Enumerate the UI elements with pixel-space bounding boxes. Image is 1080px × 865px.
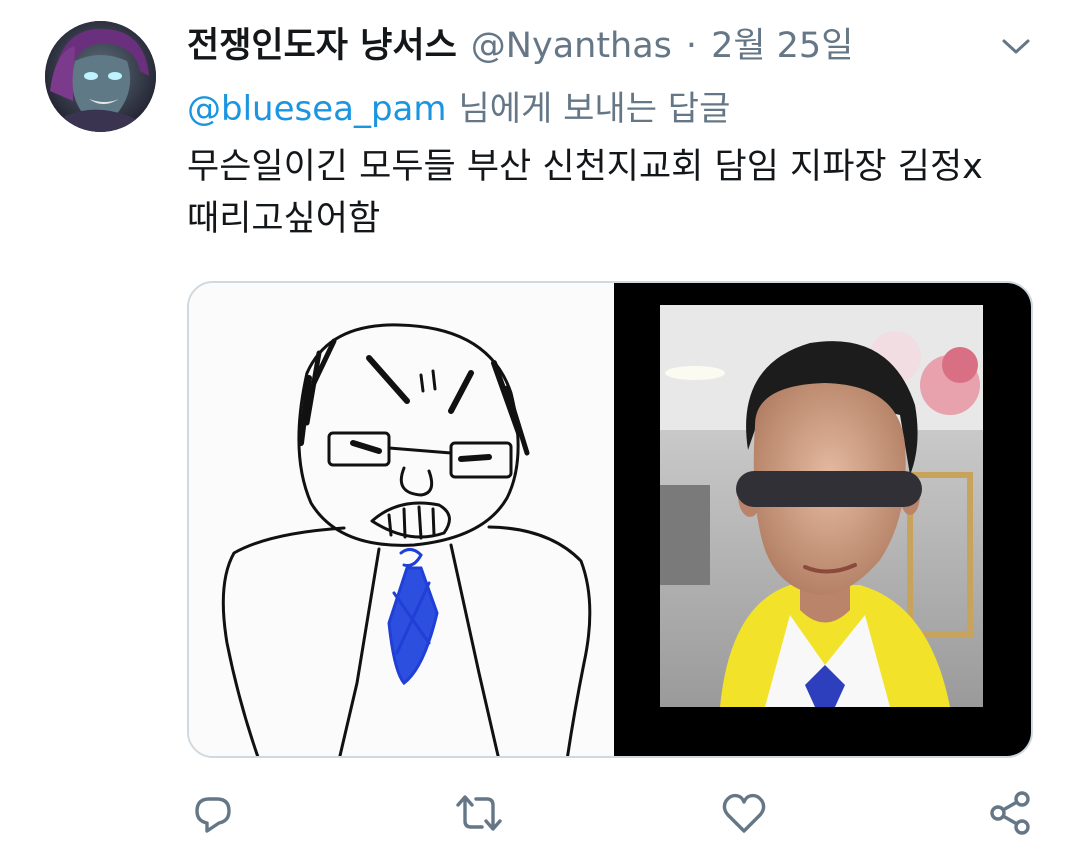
reply-context-label: 님에게 보내는 답글: [458, 89, 731, 129]
heart-icon: [722, 793, 766, 833]
chevron-down-icon[interactable]: [995, 26, 1037, 68]
user-handle[interactable]: @Nyanthas: [471, 20, 672, 72]
reply-button[interactable]: [185, 785, 241, 841]
retweet-button[interactable]: [451, 785, 507, 841]
media-photo[interactable]: [614, 283, 1031, 756]
like-button[interactable]: [716, 785, 772, 841]
avatar[interactable]: [45, 21, 156, 132]
reply-mention-link[interactable]: @bluesea_pam: [187, 89, 447, 129]
timestamp[interactable]: 2월 25일: [711, 20, 853, 72]
tweet-action-bar: [0, 785, 1080, 845]
portrait-photo: [660, 305, 983, 707]
retweet-icon: [456, 795, 502, 831]
reply-icon: [195, 797, 231, 833]
tweet-header: 전쟁인도자 냥서스 @Nyanthas · 2월 25일: [187, 20, 853, 72]
reply-context: @bluesea_pam 님에게 보내는 답글: [187, 84, 730, 134]
share-button[interactable]: [982, 785, 1038, 841]
tweet-media[interactable]: [187, 281, 1033, 758]
cartoon-drawing-image: [221, 323, 592, 756]
separator-dot: ·: [685, 26, 698, 66]
display-name[interactable]: 전쟁인도자 냥서스: [187, 20, 457, 72]
tweet-text: 무슨일이긴 모두들 부산 신천지교회 담임 지파장 김정x 때리고싶어함: [187, 147, 983, 239]
share-icon: [990, 791, 1030, 835]
portrait-photo-image: [660, 305, 983, 707]
media-drawing[interactable]: [189, 283, 614, 756]
